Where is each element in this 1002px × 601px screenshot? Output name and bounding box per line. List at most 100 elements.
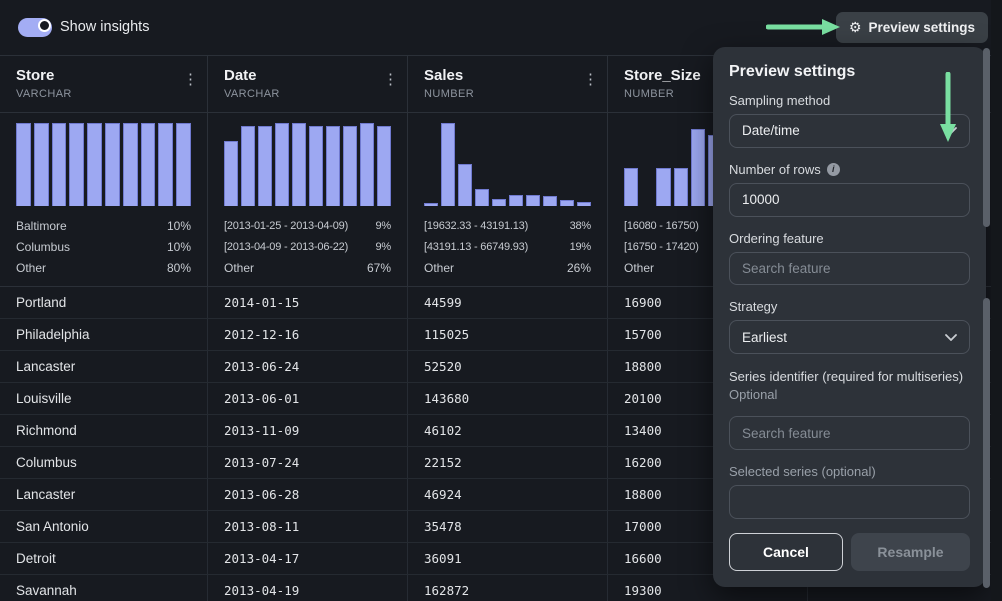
table-cell: 143680	[408, 383, 608, 414]
table-cell: 2013-07-24	[208, 447, 408, 478]
cell-value: 16200	[624, 455, 662, 470]
stat-label: [43191.13 - 66749.93)	[424, 241, 528, 253]
cell-value: 36091	[424, 551, 462, 566]
resample-button[interactable]: Resample	[851, 533, 970, 571]
sampling-method-select[interactable]: Date/time	[729, 114, 970, 148]
stat-percentage: 26%	[567, 261, 591, 275]
histogram-bar	[624, 168, 638, 206]
histogram-bar	[343, 126, 357, 206]
table-cell: Philadelphia	[0, 319, 208, 350]
stat-label: Other	[16, 261, 46, 275]
stat-label: [16750 - 17420)	[624, 241, 699, 253]
histogram-bar	[577, 202, 591, 206]
cell-value: 17000	[624, 519, 662, 534]
strategy-select[interactable]: Earliest	[729, 320, 970, 354]
table-cell: Richmond	[0, 415, 208, 446]
histogram-bar	[105, 123, 120, 206]
column-menu-icon[interactable]: ⋮	[583, 70, 598, 88]
table-cell: 2014-01-15	[208, 287, 408, 318]
stat-percentage: 9%	[376, 220, 392, 232]
cell-value: 18800	[624, 487, 662, 502]
stat-row: [19632.33 - 43191.13)38%	[424, 215, 591, 236]
histogram-bar	[458, 164, 472, 206]
scrollbar-thumb-top[interactable]	[983, 48, 990, 227]
histogram-bar	[34, 123, 49, 206]
column-type: NUMBER	[424, 88, 591, 100]
column-menu-icon[interactable]: ⋮	[183, 70, 198, 88]
column-stats: [2013-01-25 - 2013-04-09)9%[2013-04-09 -…	[224, 215, 391, 278]
selected-series-label: Selected series (optional)	[729, 464, 970, 479]
cell-value: 2013-04-17	[224, 551, 299, 566]
stat-label: Other	[224, 261, 254, 275]
cell-value: 16900	[624, 295, 662, 310]
table-cell: Louisville	[0, 383, 208, 414]
column-header-date: DateVARCHAR⋮	[208, 56, 408, 112]
cell-value: Savannah	[16, 583, 77, 598]
table-cell: 115025	[408, 319, 608, 350]
cell-value: Portland	[16, 295, 66, 310]
cell-value: Lancaster	[16, 359, 75, 374]
column-stats: Baltimore10%Columbus10%Other80%	[16, 215, 191, 278]
stat-label: [16080 - 16750)	[624, 220, 699, 232]
ordering-feature-input[interactable]	[729, 252, 970, 286]
histogram-bar	[441, 123, 455, 206]
cell-value: Louisville	[16, 391, 72, 406]
histogram	[424, 123, 591, 206]
histogram-bar	[141, 123, 156, 206]
cell-value: 20100	[624, 391, 662, 406]
preview-settings-button[interactable]: ⚙ Preview settings	[836, 12, 988, 43]
cell-value: San Antonio	[16, 519, 89, 534]
table-cell: 2013-06-24	[208, 351, 408, 382]
cell-value: 2013-07-24	[224, 455, 299, 470]
histogram-bar	[526, 195, 540, 206]
selected-series-input[interactable]	[729, 485, 970, 519]
popover-title: Preview settings	[729, 63, 970, 81]
table-cell: 2013-06-28	[208, 479, 408, 510]
table-cell: 46102	[408, 415, 608, 446]
stat-label: Other	[424, 261, 454, 275]
stat-row: Columbus10%	[16, 236, 191, 257]
stat-percentage: 67%	[367, 261, 391, 275]
stat-percentage: 80%	[167, 261, 191, 275]
series-identifier-input[interactable]	[729, 416, 970, 450]
stat-row: Other 26%	[424, 257, 591, 278]
stat-label: [19632.33 - 43191.13)	[424, 220, 528, 232]
table-cell: 36091	[408, 543, 608, 574]
column-type: VARCHAR	[16, 88, 191, 100]
stat-percentage: 10%	[167, 240, 191, 254]
show-insights-toggle[interactable]	[18, 18, 52, 37]
cell-value: 13400	[624, 423, 662, 438]
cell-value: Detroit	[16, 551, 56, 566]
stat-label: [2013-01-25 - 2013-04-09)	[224, 220, 348, 232]
histogram-bar	[492, 199, 506, 206]
scrollbar-thumb-bottom[interactable]	[983, 298, 990, 588]
column-menu-icon[interactable]: ⋮	[383, 70, 398, 88]
histogram-bar	[258, 126, 272, 206]
histogram-bar	[224, 141, 238, 206]
table-cell: Columbus	[0, 447, 208, 478]
stat-row: Other 80%	[16, 257, 191, 278]
column-name: Store	[16, 67, 191, 84]
stat-percentage: 9%	[376, 241, 392, 253]
histogram-bar	[69, 123, 84, 206]
series-identifier-label: Series identifier (required for multiser…	[729, 368, 970, 404]
annotation-arrow-down-icon	[936, 72, 960, 146]
column-header-store: Store VARCHAR⋮	[0, 56, 208, 112]
info-icon[interactable]: i	[827, 163, 840, 176]
cell-value: 22152	[424, 455, 462, 470]
preview-settings-button-label: Preview settings	[868, 20, 975, 35]
histogram-bar	[16, 123, 31, 206]
cell-value: 143680	[424, 391, 469, 406]
table-cell: Savannah	[0, 575, 208, 601]
column-stats: [19632.33 - 43191.13)38% [43191.13 - 6674…	[424, 215, 591, 278]
popover-footer: Cancel Resample	[729, 533, 970, 571]
column-name: Date	[224, 67, 391, 84]
cancel-button[interactable]: Cancel	[729, 533, 843, 571]
histogram	[224, 123, 391, 206]
histogram-bar	[309, 126, 323, 206]
number-of-rows-input[interactable]	[729, 183, 970, 217]
cell-value: 46102	[424, 423, 462, 438]
stat-row: Other 67%	[224, 257, 391, 278]
chevron-down-icon	[945, 334, 957, 341]
ordering-feature-label: Ordering feature	[729, 231, 970, 246]
